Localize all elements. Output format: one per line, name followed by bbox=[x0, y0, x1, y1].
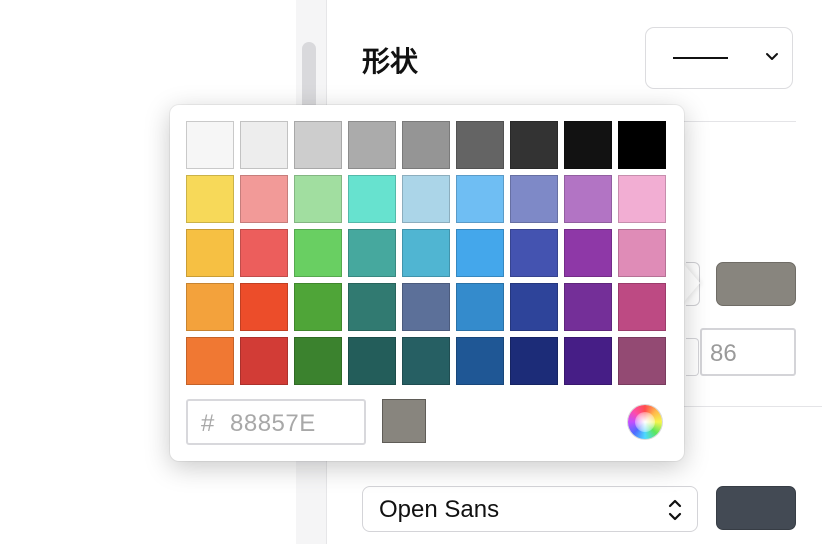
color-swatch[interactable] bbox=[294, 175, 342, 223]
color-swatch[interactable] bbox=[456, 175, 504, 223]
shape-label: 形状 bbox=[362, 45, 419, 78]
color-swatch[interactable] bbox=[618, 175, 666, 223]
font-family-select[interactable]: Open Sans bbox=[362, 486, 698, 532]
color-swatch[interactable] bbox=[240, 337, 288, 385]
color-swatch[interactable] bbox=[348, 337, 396, 385]
color-swatch[interactable] bbox=[294, 229, 342, 277]
color-swatch[interactable] bbox=[456, 283, 504, 331]
color-swatch[interactable] bbox=[618, 283, 666, 331]
color-swatch[interactable] bbox=[240, 283, 288, 331]
color-swatch[interactable] bbox=[510, 175, 558, 223]
color-swatch[interactable] bbox=[618, 229, 666, 277]
color-picker-popover: # 88857E bbox=[170, 105, 684, 461]
color-swatch[interactable] bbox=[618, 121, 666, 169]
color-swatch[interactable] bbox=[402, 175, 450, 223]
fill-color-swatch[interactable] bbox=[716, 262, 796, 306]
color-swatch[interactable] bbox=[240, 175, 288, 223]
color-swatch[interactable] bbox=[402, 121, 450, 169]
color-swatch[interactable] bbox=[402, 337, 450, 385]
color-swatch[interactable] bbox=[186, 175, 234, 223]
up-down-chevron-icon bbox=[668, 499, 682, 521]
color-swatch[interactable] bbox=[348, 121, 396, 169]
color-swatch[interactable] bbox=[618, 337, 666, 385]
color-swatch[interactable] bbox=[510, 121, 558, 169]
popover-arrow bbox=[682, 262, 700, 304]
font-family-value: Open Sans bbox=[379, 496, 500, 523]
color-swatch[interactable] bbox=[186, 283, 234, 331]
color-swatch[interactable] bbox=[564, 229, 612, 277]
color-swatch[interactable] bbox=[348, 229, 396, 277]
color-swatch[interactable] bbox=[348, 175, 396, 223]
color-swatch[interactable] bbox=[186, 229, 234, 277]
line-style-select[interactable] bbox=[645, 27, 793, 89]
color-swatch[interactable] bbox=[294, 283, 342, 331]
color-swatch[interactable] bbox=[564, 175, 612, 223]
color-swatch-grid bbox=[186, 121, 670, 389]
hex-value: 88857E bbox=[230, 410, 316, 437]
stroke-width-input[interactable]: 86 bbox=[700, 328, 796, 376]
color-swatch[interactable] bbox=[240, 121, 288, 169]
color-wheel-icon[interactable] bbox=[628, 405, 662, 439]
color-swatch[interactable] bbox=[456, 121, 504, 169]
color-swatch[interactable] bbox=[564, 337, 612, 385]
color-swatch[interactable] bbox=[564, 121, 612, 169]
chevron-down-icon bbox=[766, 53, 778, 60]
color-swatch[interactable] bbox=[402, 229, 450, 277]
current-color-preview bbox=[382, 399, 426, 443]
color-swatch[interactable] bbox=[510, 283, 558, 331]
color-swatch[interactable] bbox=[510, 337, 558, 385]
color-swatch[interactable] bbox=[294, 121, 342, 169]
color-swatch[interactable] bbox=[456, 337, 504, 385]
hex-color-input[interactable]: # 88857E bbox=[186, 399, 366, 445]
color-swatch[interactable] bbox=[240, 229, 288, 277]
color-swatch[interactable] bbox=[186, 337, 234, 385]
hash-symbol: # bbox=[201, 410, 215, 437]
color-swatch[interactable] bbox=[186, 121, 234, 169]
solid-line-icon bbox=[673, 57, 728, 59]
color-swatch[interactable] bbox=[294, 337, 342, 385]
color-swatch[interactable] bbox=[402, 283, 450, 331]
color-swatch[interactable] bbox=[510, 229, 558, 277]
text-color-swatch[interactable] bbox=[716, 486, 796, 530]
stroke-unit-select[interactable] bbox=[686, 338, 699, 376]
color-swatch[interactable] bbox=[348, 283, 396, 331]
color-swatch[interactable] bbox=[456, 229, 504, 277]
color-swatch[interactable] bbox=[564, 283, 612, 331]
